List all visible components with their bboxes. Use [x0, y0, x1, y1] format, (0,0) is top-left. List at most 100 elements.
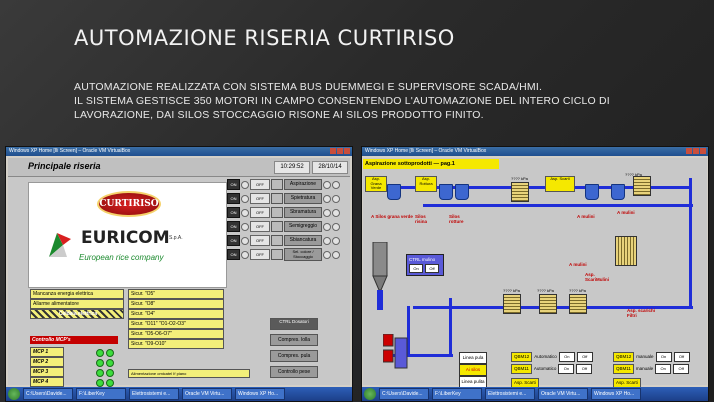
- tool-icon[interactable]: [271, 207, 283, 218]
- close-icon[interactable]: [344, 148, 350, 154]
- tool-icon[interactable]: [271, 179, 283, 190]
- mode-on-button[interactable]: On: [558, 363, 575, 374]
- asp-scarti[interactable]: Asp. Scarti: [545, 176, 575, 192]
- status-led: [241, 222, 249, 231]
- body-line-1: AUTOMAZIONE REALIZZATA CON SISTEMA BUS D…: [74, 81, 543, 93]
- off-button[interactable]: OFF: [250, 221, 270, 232]
- on-button[interactable]: ON: [227, 193, 240, 204]
- filter-tank: [539, 294, 557, 314]
- asp-grana-verde[interactable]: Asp. Grana Verde: [365, 176, 387, 192]
- task-item[interactable]: Elettrosistemi e...: [129, 388, 179, 400]
- off-button[interactable]: OFF: [250, 193, 270, 204]
- label-a-mulini: A mulini: [577, 214, 595, 219]
- maximize-icon[interactable]: [337, 148, 343, 154]
- off-button[interactable]: OFF: [250, 249, 270, 260]
- mode-off-button[interactable]: Off: [673, 363, 690, 374]
- mulino-off-button[interactable]: Off: [425, 264, 439, 273]
- start-button[interactable]: [8, 388, 20, 400]
- mode-off-button[interactable]: Off: [576, 363, 593, 374]
- label-a-mulini-2: A mulini: [569, 262, 587, 267]
- window-title: Windows XP Home [Ili Screen] – Oracle VM…: [9, 148, 131, 154]
- tool-icon[interactable]: [271, 249, 283, 260]
- logo-tagline: European rice company: [79, 253, 164, 262]
- safety-o5-o6-o7: Sicur. "O5-O6-O7": [128, 329, 224, 339]
- status-led: [332, 222, 340, 231]
- off-button[interactable]: OFF: [250, 207, 270, 218]
- alarm-power-supply: Allarme alimentatore: [30, 299, 124, 309]
- mcp-led: [96, 379, 104, 387]
- controllo-pese-button[interactable]: Controllo pese: [270, 366, 318, 378]
- body-line-3: LAVORAZIONE, DAI SILOS STOCCAGGIO RISONE…: [74, 109, 484, 121]
- mcp-4[interactable]: MCP 4: [30, 377, 64, 387]
- minimize-icon[interactable]: [686, 148, 692, 154]
- on-button[interactable]: ON: [227, 249, 240, 260]
- area-button[interactable]: Sel. colore / Stoccaggio: [284, 248, 322, 261]
- area-button[interactable]: Spietratura: [284, 193, 322, 204]
- task-item[interactable]: Oracle VM Virtu...: [538, 388, 588, 400]
- safety-o5: Sicur. "O5": [128, 289, 224, 299]
- area-button[interactable]: Aspirazione: [284, 179, 322, 190]
- ai-silos-button[interactable]: Ai silos: [459, 364, 487, 376]
- control-row-semigreggio: ON OFF Semigreggio: [227, 221, 340, 232]
- status-led: [332, 194, 340, 203]
- mcp-led: [96, 369, 104, 377]
- status-led: [241, 208, 249, 217]
- label-asp-scarichi-filtri: Asp. scarichi Filtri: [627, 308, 656, 318]
- task-item[interactable]: F:\LiberKey: [76, 388, 126, 400]
- asp-rottura[interactable]: Asp. Rottura: [415, 176, 437, 192]
- mcp-3[interactable]: MCP 3: [30, 367, 64, 377]
- mill-unit: [615, 236, 637, 266]
- area-button[interactable]: Sbramatura: [284, 207, 322, 218]
- silo: [611, 184, 625, 200]
- mode-on-button[interactable]: On: [655, 363, 672, 374]
- off-button[interactable]: OFF: [250, 235, 270, 246]
- close-icon[interactable]: [700, 148, 706, 154]
- label-a-mulini: A mulini: [617, 210, 635, 215]
- mcp-1[interactable]: MCP 1: [30, 347, 64, 357]
- tool-icon[interactable]: [271, 235, 283, 246]
- mode-on-button[interactable]: On: [655, 351, 672, 362]
- task-item[interactable]: F:\LiberKey: [432, 388, 482, 400]
- tool-icon[interactable]: [271, 221, 283, 232]
- clock-date: 28/10/14: [312, 161, 348, 174]
- task-item[interactable]: Oracle VM Virtu...: [182, 388, 232, 400]
- mode-off-button[interactable]: Off: [673, 351, 690, 362]
- task-item[interactable]: C:\Users\Davide...: [379, 388, 429, 400]
- area-button[interactable]: Semigreggio: [284, 221, 322, 232]
- window-title-bar[interactable]: Windows XP Home [Ili Screen] – Oracle VM…: [362, 147, 708, 156]
- on-button[interactable]: ON: [227, 179, 240, 190]
- start-button[interactable]: [364, 388, 376, 400]
- on-button[interactable]: ON: [227, 221, 240, 232]
- mcp-2[interactable]: MCP 2: [30, 357, 64, 367]
- mulino-on-button[interactable]: On: [409, 264, 423, 273]
- hmi-main-panel: Principale riseria 10:29:52 28/10/14 CUR…: [8, 158, 350, 387]
- alarm-boiler: Caldaia elettrica: [30, 309, 124, 319]
- mode-label: QBM11: [511, 363, 532, 374]
- safety-o9-o10: Sicur. "O9-O10": [128, 339, 224, 349]
- mode-off-button[interactable]: Off: [576, 351, 593, 362]
- window-title-bar[interactable]: Windows XP Home [Ili Screen] – Oracle VM…: [6, 147, 352, 156]
- minimize-icon[interactable]: [330, 148, 336, 154]
- compres-pula-button[interactable]: Compres. pula: [270, 350, 318, 362]
- task-item[interactable]: Windows XP Ho...: [591, 388, 641, 400]
- off-button[interactable]: OFF: [250, 179, 270, 190]
- safety-o4: Sicur. "O4": [128, 309, 224, 319]
- task-item[interactable]: Elettrosistemi e...: [485, 388, 535, 400]
- asp-scarti-label[interactable]: Asp. Scarti: [613, 377, 641, 388]
- on-button[interactable]: ON: [227, 207, 240, 218]
- on-button[interactable]: ON: [227, 235, 240, 246]
- mode-state: Automatico: [534, 354, 557, 359]
- mode-on-button[interactable]: On: [558, 351, 575, 362]
- mcp-led: [106, 349, 114, 357]
- linea-pula-button[interactable]: Linea pula: [459, 352, 487, 364]
- silo: [585, 184, 599, 200]
- slide-body: AUTOMAZIONE REALIZZATA CON SISTEMA BUS D…: [74, 80, 674, 122]
- tool-icon[interactable]: [271, 193, 283, 204]
- compres-lolla-button[interactable]: Compres. lolla: [270, 334, 318, 346]
- area-button[interactable]: Sbiancatura: [284, 235, 322, 246]
- ctrl-dosatori-button[interactable]: CTRL Dosatori: [270, 318, 318, 330]
- task-item[interactable]: C:\Users\Davide...: [23, 388, 73, 400]
- asp-scarti-label[interactable]: Asp. Scarti: [511, 377, 539, 388]
- task-item[interactable]: Windows XP Ho...: [235, 388, 285, 400]
- maximize-icon[interactable]: [693, 148, 699, 154]
